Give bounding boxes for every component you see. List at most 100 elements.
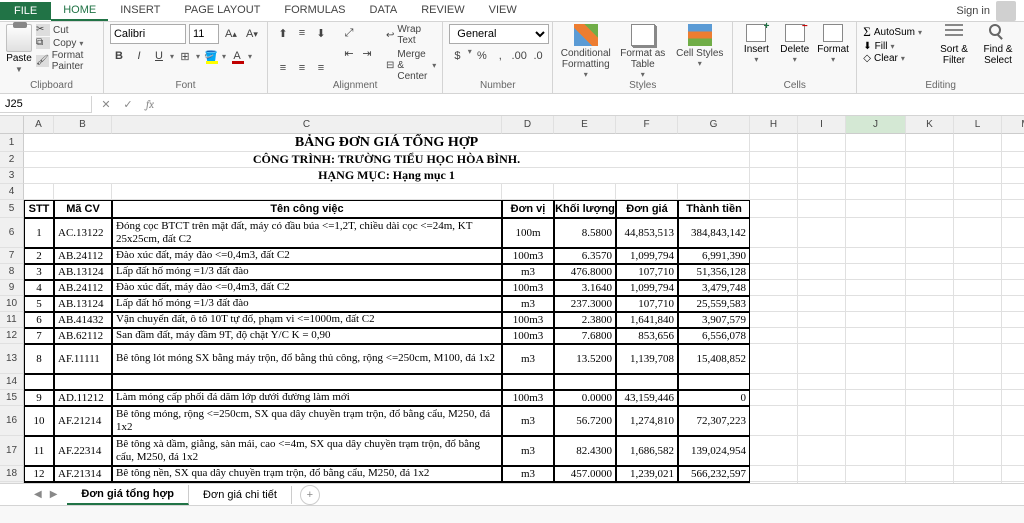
data-cell[interactable] bbox=[750, 296, 798, 312]
col-header-D[interactable]: D bbox=[502, 116, 554, 134]
font-size-select[interactable] bbox=[189, 24, 219, 44]
data-cell[interactable] bbox=[798, 406, 846, 436]
header-cell[interactable]: Đơn vị bbox=[502, 200, 554, 218]
data-cell[interactable]: 0 bbox=[678, 390, 750, 406]
cell[interactable] bbox=[750, 168, 798, 184]
cell[interactable] bbox=[954, 184, 1002, 200]
col-header-I[interactable]: I bbox=[798, 116, 846, 134]
row-header[interactable]: 9 bbox=[0, 280, 24, 296]
cell[interactable] bbox=[906, 134, 954, 152]
data-cell[interactable] bbox=[954, 436, 1002, 466]
row-header[interactable]: 11 bbox=[0, 312, 24, 328]
row-header[interactable]: 15 bbox=[0, 390, 24, 406]
data-cell[interactable]: 6,556,078 bbox=[678, 328, 750, 344]
data-cell[interactable] bbox=[906, 390, 954, 406]
data-cell[interactable] bbox=[846, 328, 906, 344]
data-cell[interactable] bbox=[906, 264, 954, 280]
insert-cell-button[interactable]: Insert▾ bbox=[739, 24, 773, 64]
data-cell[interactable] bbox=[798, 264, 846, 280]
data-cell[interactable]: 6 bbox=[24, 312, 54, 328]
data-cell[interactable] bbox=[1002, 482, 1024, 483]
data-cell[interactable]: 4 bbox=[24, 280, 54, 296]
data-cell[interactable]: 107,710 bbox=[616, 264, 678, 280]
data-cell[interactable] bbox=[798, 328, 846, 344]
data-cell[interactable]: 3.1640 bbox=[554, 280, 616, 296]
header-cell[interactable] bbox=[750, 200, 798, 218]
data-cell[interactable]: 7 bbox=[24, 328, 54, 344]
cell[interactable] bbox=[1002, 168, 1024, 184]
tab-view[interactable]: VIEW bbox=[477, 1, 529, 21]
align-right-button[interactable]: ≡ bbox=[312, 59, 330, 77]
data-cell[interactable]: 2.3800 bbox=[554, 312, 616, 328]
data-cell[interactable]: 107,710 bbox=[616, 296, 678, 312]
data-cell[interactable]: 476.8000 bbox=[554, 264, 616, 280]
underline-button[interactable]: U bbox=[150, 47, 168, 65]
percent-button[interactable]: % bbox=[474, 47, 490, 65]
cell[interactable] bbox=[24, 184, 54, 200]
row-header[interactable]: 2 bbox=[0, 152, 24, 168]
data-cell[interactable]: Đào xúc đất, máy đào <=0,4m3, đất C2 bbox=[112, 248, 502, 264]
data-cell[interactable]: m3 bbox=[502, 436, 554, 466]
data-cell[interactable]: 9 bbox=[24, 390, 54, 406]
cell[interactable] bbox=[750, 152, 798, 168]
data-cell[interactable] bbox=[954, 280, 1002, 296]
data-cell[interactable]: m3 bbox=[502, 296, 554, 312]
title-cell[interactable]: HẠNG MỤC: Hạng mục 1 bbox=[24, 168, 750, 184]
data-cell[interactable]: 13.5200 bbox=[554, 344, 616, 374]
cell[interactable] bbox=[906, 184, 954, 200]
data-cell[interactable]: 457.0000 bbox=[554, 466, 616, 482]
data-cell[interactable]: 853,656 bbox=[616, 328, 678, 344]
cell[interactable] bbox=[112, 184, 502, 200]
data-cell[interactable]: Bê tông xà dầm, giằng, sàn mái, cao <=4m… bbox=[112, 436, 502, 466]
data-cell[interactable]: AF.21214 bbox=[54, 406, 112, 436]
data-cell[interactable]: AB.24112 bbox=[54, 248, 112, 264]
cell[interactable] bbox=[846, 184, 906, 200]
data-cell[interactable]: 100m3 bbox=[502, 328, 554, 344]
data-cell[interactable]: 1,239,021 bbox=[616, 466, 678, 482]
data-cell[interactable]: Bê tông cột TD <=0,1m2, cao <=4m, SX qua… bbox=[112, 482, 502, 483]
data-cell[interactable] bbox=[954, 328, 1002, 344]
data-cell[interactable] bbox=[798, 218, 846, 248]
data-cell[interactable]: 6.3570 bbox=[554, 248, 616, 264]
data-cell[interactable]: 8.5800 bbox=[554, 218, 616, 248]
enter-formula-button[interactable]: ✓ bbox=[118, 96, 138, 114]
data-cell[interactable] bbox=[112, 374, 502, 390]
data-cell[interactable] bbox=[750, 248, 798, 264]
data-cell[interactable]: 8 bbox=[24, 344, 54, 374]
copy-button[interactable]: ⧉Copy▾ bbox=[36, 37, 97, 49]
data-cell[interactable] bbox=[750, 390, 798, 406]
data-cell[interactable]: AB.24112 bbox=[54, 280, 112, 296]
header-cell[interactable]: Mã CV bbox=[54, 200, 112, 218]
row-header[interactable]: 13 bbox=[0, 344, 24, 374]
data-cell[interactable] bbox=[1002, 312, 1024, 328]
prev-sheet-button[interactable]: ◀ bbox=[34, 489, 42, 500]
data-cell[interactable] bbox=[798, 374, 846, 390]
select-all-corner[interactable] bbox=[0, 116, 24, 134]
row-header[interactable]: 16 bbox=[0, 406, 24, 436]
col-header-H[interactable]: H bbox=[750, 116, 798, 134]
tab-review[interactable]: REVIEW bbox=[409, 1, 476, 21]
wrap-text-button[interactable]: ↩Wrap Text bbox=[386, 24, 436, 46]
data-cell[interactable] bbox=[678, 374, 750, 390]
data-cell[interactable]: AF.11111 bbox=[54, 344, 112, 374]
cell[interactable] bbox=[846, 134, 906, 152]
data-cell[interactable] bbox=[954, 390, 1002, 406]
data-cell[interactable] bbox=[1002, 406, 1024, 436]
data-cell[interactable]: 10 bbox=[24, 406, 54, 436]
data-cell[interactable] bbox=[846, 390, 906, 406]
data-cell[interactable]: 0.0000 bbox=[554, 390, 616, 406]
data-cell[interactable] bbox=[798, 482, 846, 483]
data-cell[interactable]: Đóng cọc BTCT trên mặt đất, máy có đầu b… bbox=[112, 218, 502, 248]
data-cell[interactable]: 100m3 bbox=[502, 390, 554, 406]
data-cell[interactable]: 100m3 bbox=[502, 280, 554, 296]
align-middle-button[interactable]: ≡ bbox=[293, 24, 311, 42]
align-left-button[interactable]: ≡ bbox=[274, 59, 292, 77]
title-cell[interactable]: CÔNG TRÌNH: TRƯỜNG TIỂU HỌC HÒA BÌNH. bbox=[24, 152, 750, 168]
align-center-button[interactable]: ≡ bbox=[293, 59, 311, 77]
cell[interactable] bbox=[1002, 152, 1024, 168]
cancel-formula-button[interactable]: ✕ bbox=[96, 96, 116, 114]
data-cell[interactable]: m3 bbox=[502, 344, 554, 374]
data-cell[interactable] bbox=[750, 466, 798, 482]
data-cell[interactable] bbox=[798, 312, 846, 328]
header-cell[interactable] bbox=[798, 200, 846, 218]
